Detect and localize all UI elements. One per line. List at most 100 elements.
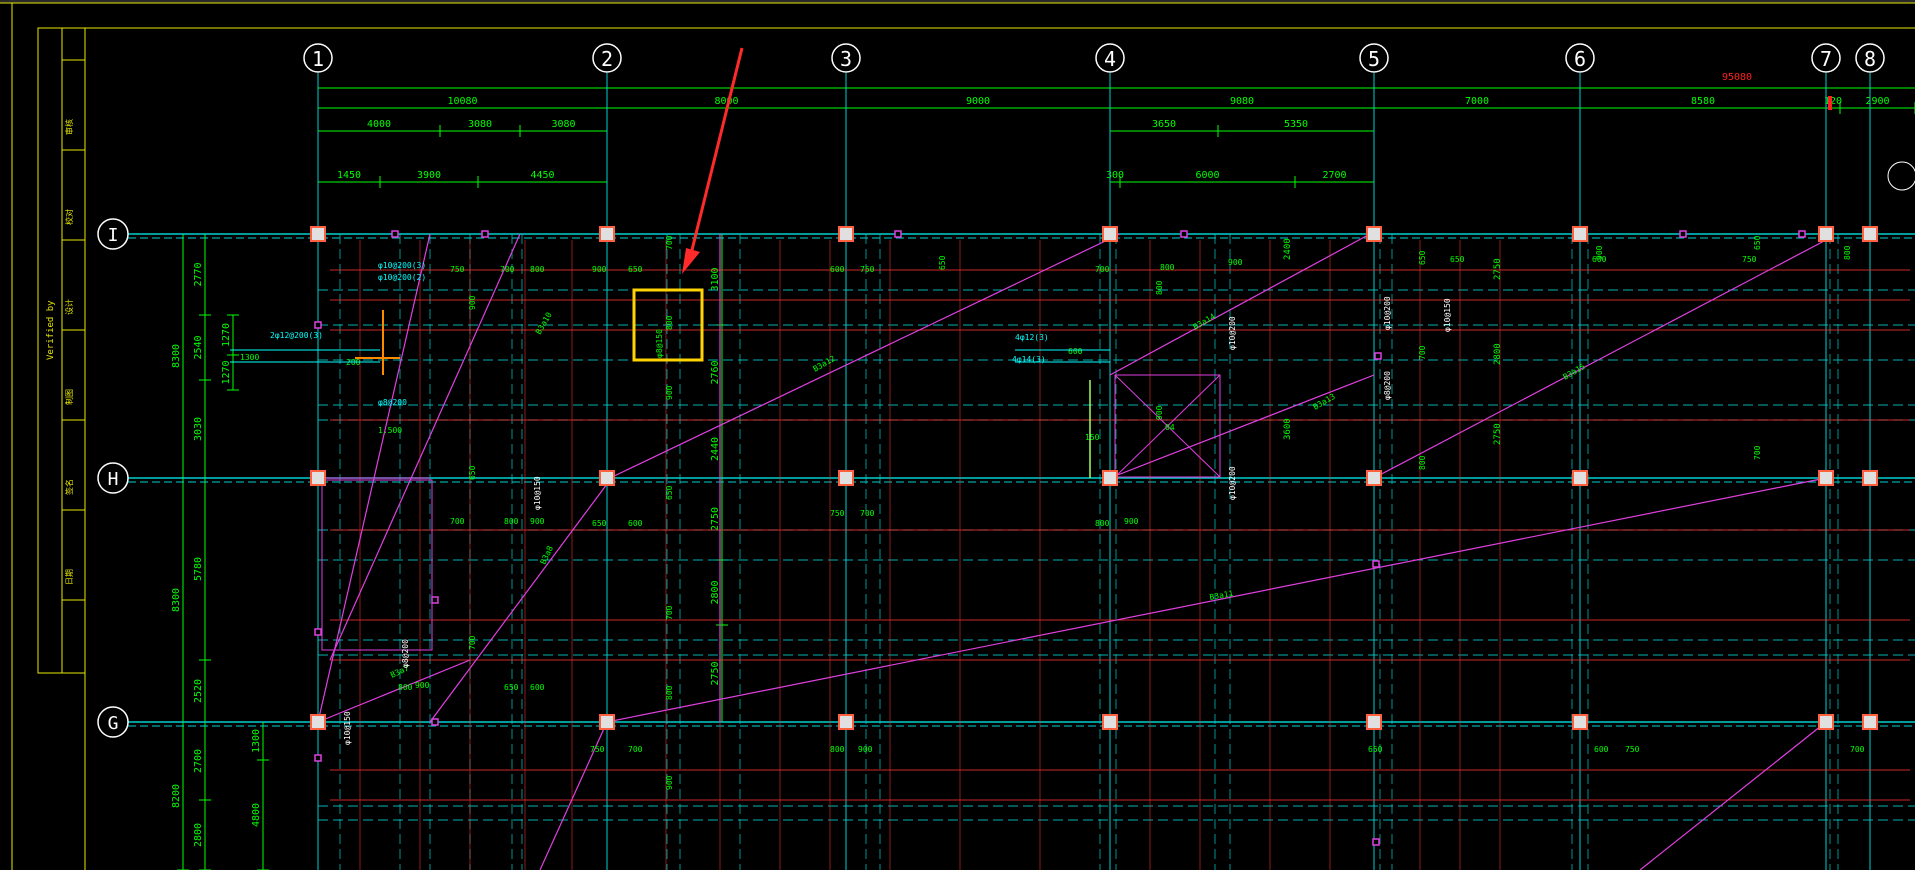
- title-block: Verified by 审核校对设计制图签名日期: [37, 27, 86, 674]
- rebar-vertical-text: 800: [1155, 280, 1164, 295]
- rebar-dimension-text: 600: [530, 683, 545, 692]
- structural-column: [1862, 714, 1878, 730]
- rebar-vertical-text: 700: [665, 605, 674, 620]
- structural-column: [1818, 470, 1834, 486]
- vertical-dimension-text: 4800: [251, 803, 262, 827]
- diagonal-brace-line: [1373, 239, 1827, 479]
- rebar-dimension-text: 900: [1228, 258, 1243, 267]
- rebar-dimension-text: 750: [860, 265, 875, 274]
- structural-column: [1102, 470, 1118, 486]
- vertical-dimension-text: 2440: [710, 437, 721, 461]
- rebar-dimension-text: 900: [858, 745, 873, 754]
- magenta-marker: [314, 628, 322, 636]
- rebar-vertical-text: 800: [1843, 245, 1852, 260]
- rebar-dimension-text: 800: [1095, 519, 1110, 528]
- column-axis-label: 6: [1574, 47, 1586, 71]
- phi-spacing-note: φ10@150: [343, 711, 352, 745]
- dimension-text: 3650: [1152, 119, 1176, 130]
- rebar-dimension-text: 750: [830, 509, 845, 518]
- row-axis-label: I: [108, 225, 119, 246]
- rebar-dimension-text: 700: [628, 745, 643, 754]
- dimension-text: 2900: [1865, 96, 1889, 107]
- edge-detail-bubble: [1887, 161, 1915, 191]
- vertical-dimension-text: 1300: [251, 729, 262, 753]
- rebar-dimension-text: 900: [530, 517, 545, 526]
- rebar-dimension-text: 800: [1160, 263, 1175, 272]
- rebar-vertical-text: 900: [468, 295, 477, 310]
- rebar-dimension-text: 700: [1850, 745, 1865, 754]
- annotation-note: 600: [1068, 347, 1083, 356]
- structural-column: [838, 714, 854, 730]
- vertical-dimension-text: 2750: [710, 507, 721, 531]
- structural-grid: 1 2 3 4 5 6 7 8 I H G: [97, 43, 1915, 870]
- annotation-note: 04: [1165, 423, 1175, 432]
- phi-spacing-note: φ10@200: [1383, 296, 1392, 330]
- magenta-marker: [1374, 352, 1382, 360]
- magenta-marker: [1372, 560, 1380, 568]
- structural-column: [1366, 470, 1382, 486]
- rebar-dimension-text: 700: [860, 509, 875, 518]
- rebar-vertical-text: 900: [1155, 405, 1164, 420]
- phi-spacing-note: φ10@150: [1443, 298, 1452, 332]
- magenta-marker: [1180, 230, 1188, 238]
- diagonal-brace-line: [1639, 721, 1827, 870]
- vertical-dimension-text: 1270: [221, 323, 232, 347]
- column-axis-label: 7: [1820, 47, 1832, 71]
- magenta-marker: [391, 230, 399, 238]
- structural-column: [599, 226, 615, 242]
- column-axis-label: 3: [840, 47, 852, 71]
- structural-column: [1862, 226, 1878, 242]
- diagonal-brace-line: [1109, 233, 1371, 376]
- magenta-marker: [431, 596, 439, 604]
- rebar-vertical-text: 650: [938, 255, 947, 270]
- annotation-note: 2φ12@200(3): [270, 331, 323, 340]
- structural-column: [1102, 226, 1118, 242]
- structural-column: [1366, 714, 1382, 730]
- beam-label: B3a14: [1192, 312, 1218, 332]
- structural-column: [1862, 470, 1878, 486]
- structural-column: [310, 714, 326, 730]
- rebar-dimension-text: 650: [628, 265, 643, 274]
- vertical-dimension-text: 5780: [193, 557, 204, 581]
- magenta-opening-rect: [321, 479, 433, 651]
- rebar-dimension-text: 650: [592, 519, 607, 528]
- annotation-labels: B3a10B3a12B3a14B3a13B3a15B3a11B3a8B3a775…: [230, 96, 1915, 790]
- annotation-note: φ8@200: [378, 398, 407, 407]
- rebar-dimension-text: 800: [504, 517, 519, 526]
- column-axis-label: 8: [1864, 47, 1876, 71]
- annotation-note: 4φ14(3): [1012, 355, 1046, 364]
- rebar-dimension-text: 750: [450, 265, 465, 274]
- magenta-marker: [314, 321, 322, 329]
- vertical-dimension-text: 2760: [710, 360, 721, 384]
- rebar-vertical-text: 800: [665, 315, 674, 330]
- rebar-dimension-text: 900: [415, 681, 430, 690]
- rebar-dimension-text: 800: [830, 745, 845, 754]
- dimension-text: 2700: [1322, 170, 1346, 181]
- vertical-dimension-text: 2750: [710, 661, 721, 685]
- title-block-cell-text: 审核: [64, 119, 74, 135]
- rebar-vertical-text: 700: [468, 635, 477, 650]
- magenta-marker: [1372, 838, 1380, 846]
- annotation-note: φ10@200(2): [378, 273, 426, 282]
- rebar-vertical-text: 700: [665, 235, 674, 250]
- vertical-dimension-text: 1270: [221, 360, 232, 384]
- highlight-label: φ8@150: [655, 329, 664, 358]
- rebar-dimension-text: 750: [590, 745, 605, 754]
- column-axis-label: 2: [601, 47, 613, 71]
- cad-drawing-canvas[interactable]: Verified by 审核校对设计制图签名日期 10080 8000 9000 90…: [0, 0, 1915, 870]
- phi-spacing-note: φ8@200: [401, 639, 410, 668]
- structural-column: [1366, 226, 1382, 242]
- vertical-dimension-text: 8200: [171, 784, 182, 808]
- rebar-dimension-text: 750: [1742, 255, 1757, 264]
- rebar-dimension-text: 600: [1594, 745, 1609, 754]
- vertical-dimension-text: 2770: [193, 262, 204, 286]
- rebar-dimension-text: 700: [1095, 265, 1110, 274]
- title-block-cell-text: 校对: [64, 209, 74, 225]
- structural-column: [310, 470, 326, 486]
- magenta-marker: [314, 754, 322, 762]
- dimension-text: 9000: [966, 96, 990, 107]
- title-block-cell-text: 制图: [64, 389, 74, 405]
- drawing-frame: [0, 0, 1915, 870]
- vertical-dimension-text: 2800: [710, 580, 721, 604]
- magenta-marker: [894, 230, 902, 238]
